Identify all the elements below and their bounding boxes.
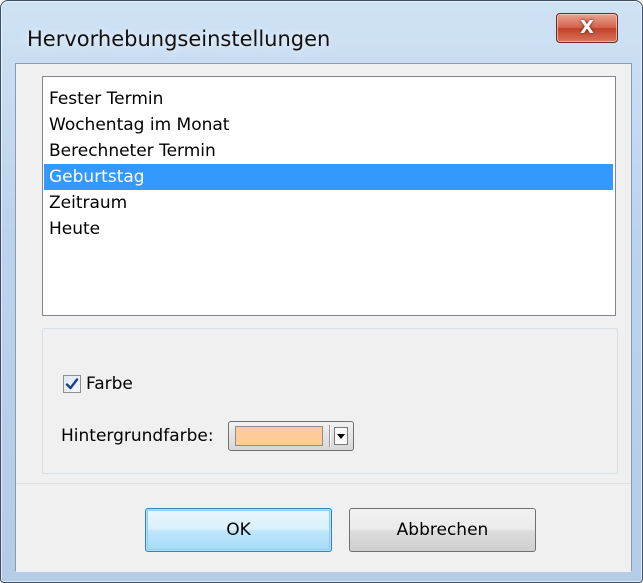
cancel-button[interactable]: Abbrechen xyxy=(349,508,536,552)
background-color-row: Hintergrundfarbe: xyxy=(61,421,354,451)
window-title: Hervorhebungseinstellungen xyxy=(27,27,331,51)
background-color-swatch xyxy=(234,426,323,446)
color-checkbox-label: Farbe xyxy=(86,374,133,394)
settings-groupbox: Farbe Hintergrundfarbe: xyxy=(42,328,618,474)
list-item-geburtstag[interactable]: Geburtstag xyxy=(44,164,613,190)
combo-separator xyxy=(328,425,330,447)
button-bar: OK Abbrechen xyxy=(16,483,631,572)
close-icon: X xyxy=(580,17,594,38)
color-checkbox-row[interactable]: Farbe xyxy=(63,374,133,394)
color-checkbox[interactable] xyxy=(63,375,81,393)
list-item-zeitraum[interactable]: Zeitraum xyxy=(44,190,613,216)
dropdown-arrow-icon[interactable] xyxy=(333,427,348,445)
dialog-window: Hervorhebungseinstellungen X Fester Term… xyxy=(0,0,643,583)
list-item-berechneter-termin[interactable]: Berechneter Termin xyxy=(44,138,613,164)
check-icon xyxy=(65,378,79,390)
list-item-fester-termin[interactable]: Fester Termin xyxy=(44,86,613,112)
background-color-label: Hintergrundfarbe: xyxy=(61,426,214,446)
dialog-client-area: Fester Termin Wochentag im Monat Berechn… xyxy=(15,63,632,572)
background-color-picker[interactable] xyxy=(227,421,354,451)
list-item-heute[interactable]: Heute xyxy=(44,216,613,242)
ok-button[interactable]: OK xyxy=(145,508,332,552)
close-button[interactable]: X xyxy=(556,13,618,43)
highlight-type-list[interactable]: Fester Termin Wochentag im Monat Berechn… xyxy=(42,76,616,316)
list-item-wochentag-im-monat[interactable]: Wochentag im Monat xyxy=(44,112,613,138)
